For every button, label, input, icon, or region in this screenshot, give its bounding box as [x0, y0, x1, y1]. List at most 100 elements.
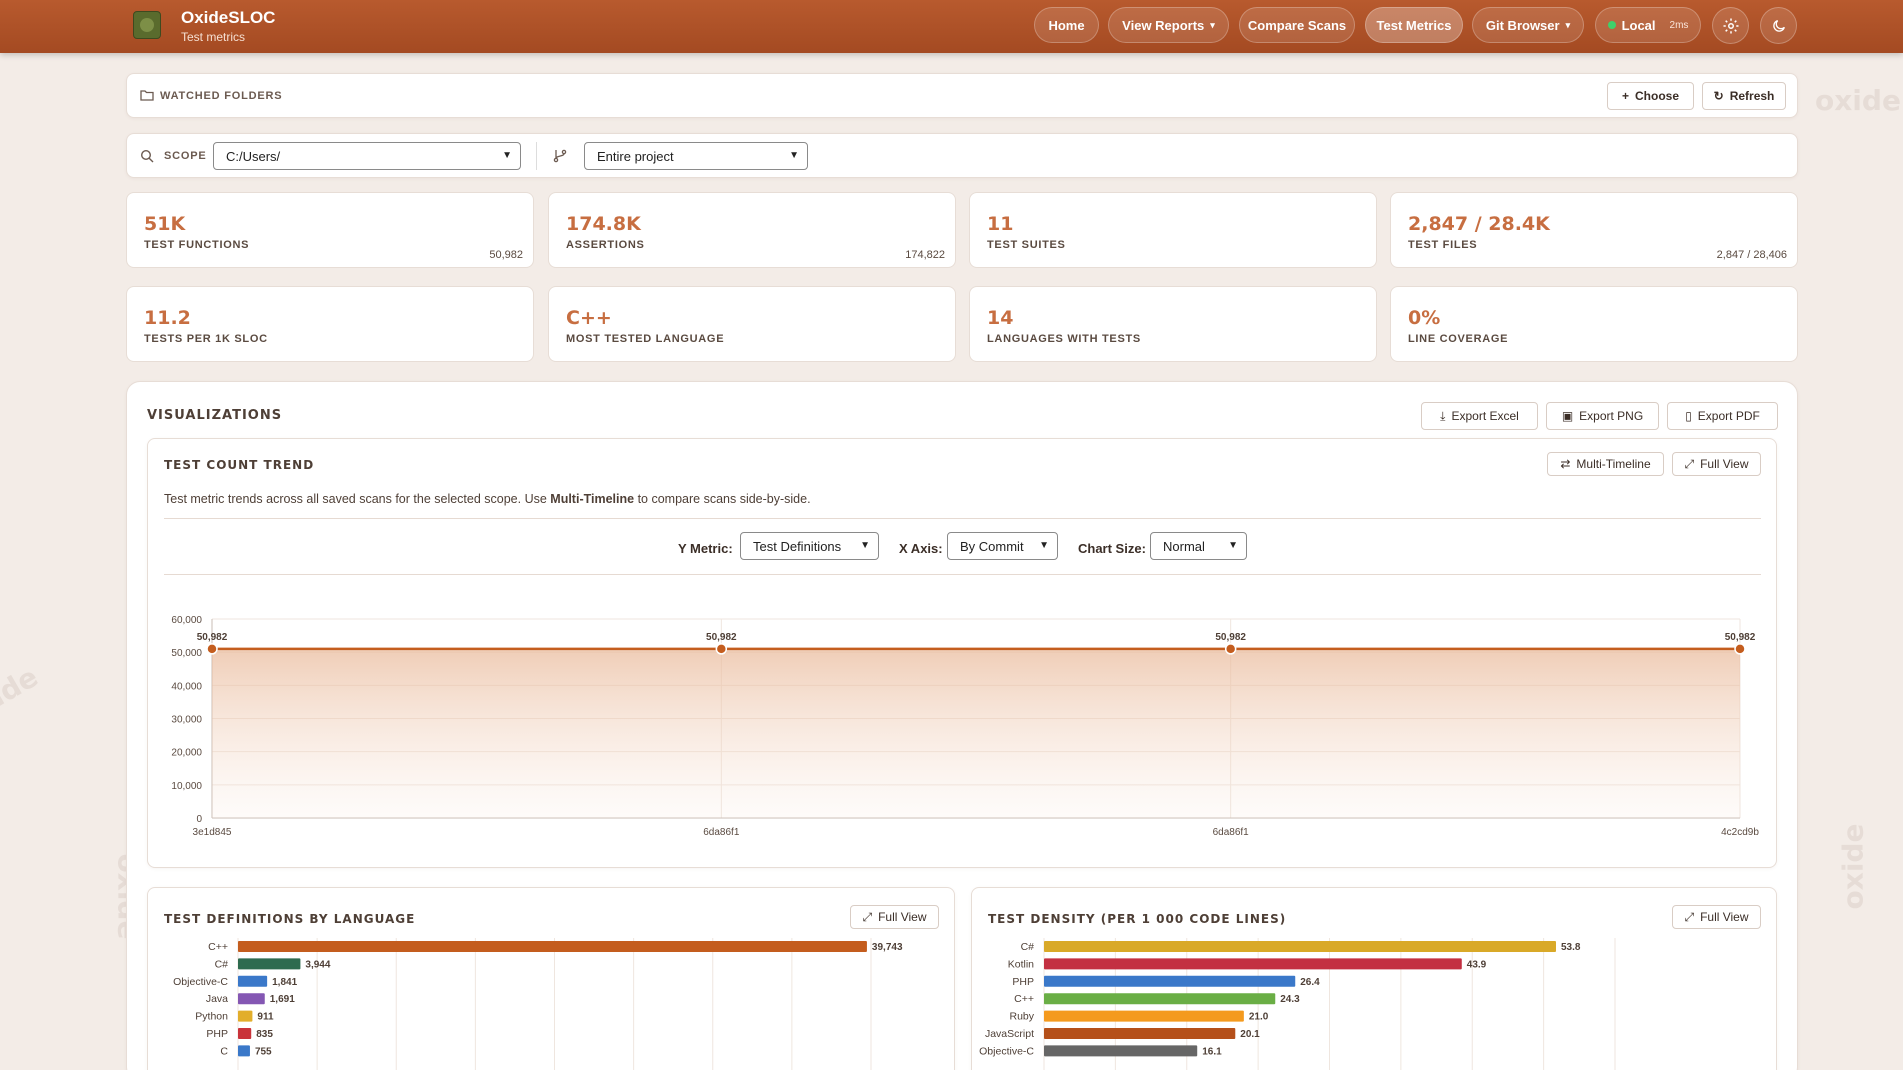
test-definitions-by-language-panel: TEST DEFINITIONS BY LANGUAGE ⤢ Full View… [147, 887, 955, 1070]
point-label: 50,982 [706, 632, 737, 643]
metric-exact-value: 174,822 [905, 249, 945, 261]
bar [238, 993, 265, 1005]
gear-icon [1723, 18, 1738, 33]
metric-exact-value: 50,982 [489, 249, 523, 261]
y-metric-label: Y Metric: [678, 541, 733, 556]
trend-full-view-button[interactable]: ⤢ Full View [1672, 452, 1761, 476]
metric-card-test-suites: 11 TEST SUITES [969, 192, 1377, 268]
y-tick-label: 10,000 [171, 781, 202, 792]
category-label: PHP [206, 1028, 228, 1040]
point-label: 50,982 [1725, 632, 1756, 643]
trend-point [715, 643, 728, 655]
x-axis-select[interactable]: By Commit ▼ [947, 532, 1058, 560]
bar [1044, 1045, 1198, 1057]
category-label: C++ [208, 941, 228, 953]
metric-label: LINE COVERAGE [1408, 333, 1509, 345]
bar [1044, 941, 1556, 952]
bar [1044, 1028, 1236, 1039]
bar [238, 941, 867, 952]
scope-path-select[interactable]: C:/Users/ ▼ [213, 142, 521, 170]
y-tick-label: 60,000 [171, 615, 202, 626]
bar-value-label: 16.1 [1202, 1046, 1222, 1057]
refresh-label: Refresh [1729, 89, 1775, 103]
plus-icon: + [1621, 89, 1629, 103]
density-full-view-button[interactable]: ⤢ Full View [1672, 905, 1761, 929]
moon-icon [1772, 19, 1785, 32]
by-language-full-view-button[interactable]: ⤢ Full View [850, 905, 939, 929]
folder-icon [140, 90, 154, 101]
nav-home-label: Home [1048, 17, 1085, 33]
nav-home-button[interactable]: Home [1034, 7, 1099, 43]
category-label: Java [206, 993, 228, 1005]
server-status-button[interactable]: Local 2ms [1595, 7, 1701, 43]
x-tick-label: 4c2cd9b [1721, 827, 1759, 838]
chevron-down-icon: ▼ [860, 540, 870, 551]
bar-value-label: 755 [255, 1046, 272, 1057]
divider [536, 142, 537, 170]
chart-size-select[interactable]: Normal ▼ [1150, 532, 1247, 560]
metric-label: ASSERTIONS [566, 239, 645, 251]
expand-icon: ⤢ [1684, 456, 1695, 471]
metric-card-most-tested-language: C++ MOST TESTED LANGUAGE [548, 286, 956, 362]
search-icon [140, 149, 154, 163]
metric-exact-value: 2,847 / 28,406 [1716, 249, 1787, 261]
category-label: Kotlin [1008, 958, 1034, 970]
commit-range-value: Entire project [597, 148, 674, 164]
watermark: ide [0, 660, 44, 713]
metric-card-languages-with-tests: 14 LANGUAGES WITH TESTS [969, 286, 1377, 362]
image-icon: ▣ [1561, 409, 1574, 423]
bar [238, 958, 301, 970]
chevron-down-icon: ▾ [1210, 19, 1215, 30]
x-axis-value: By Commit [960, 538, 1024, 554]
bar [238, 1045, 250, 1057]
y-tick-label: 30,000 [171, 715, 202, 726]
bar-value-label: 835 [256, 1029, 273, 1040]
bar [1044, 958, 1462, 970]
metric-value: 174.8K [566, 213, 641, 235]
divider [164, 574, 1761, 575]
app-logo [133, 11, 161, 39]
choose-folder-button[interactable]: + Choose [1607, 82, 1694, 110]
trend-point [1734, 643, 1746, 655]
theme-toggle-button[interactable] [1760, 7, 1797, 44]
multi-timeline-button[interactable]: ⇄ Multi-Timeline [1547, 452, 1664, 476]
bar [238, 975, 268, 987]
bar-value-label: 21.0 [1249, 1012, 1269, 1023]
category-label: C# [1021, 941, 1035, 953]
metric-value: 11 [987, 213, 1014, 235]
refresh-button[interactable]: ↻ Refresh [1702, 82, 1786, 110]
bar-value-label: 39,743 [872, 942, 903, 953]
nav-compare-scans-button[interactable]: Compare Scans [1239, 7, 1355, 43]
category-label: Python [195, 1011, 228, 1023]
full-view-label: Full View [1700, 457, 1749, 471]
x-tick-label: 3e1d845 [193, 827, 232, 838]
status-online-icon [1607, 21, 1616, 29]
server-label: Local [1621, 17, 1656, 33]
settings-button[interactable] [1712, 7, 1749, 44]
x-axis-label: X Axis: [899, 541, 943, 556]
test-definitions-by-language-chart: C++ 39,743 C# 3,944 Objective-C 1,841 Java 1,69… [173, 938, 903, 1070]
metric-value: 0% [1408, 307, 1441, 329]
export-pdf-button[interactable]: ▯ Export PDF [1667, 402, 1778, 430]
nav-view-reports-button[interactable]: View Reports ▾ [1108, 7, 1229, 43]
bar-value-label: 20.1 [1240, 1029, 1260, 1040]
export-excel-button[interactable]: ⤓ Export Excel [1421, 402, 1538, 430]
scope-path-value: C:/Users/ [226, 148, 281, 164]
bar-value-label: 1,841 [272, 977, 297, 988]
commit-range-select[interactable]: Entire project ▼ [584, 142, 808, 170]
density-title: TEST DENSITY (PER 1 000 CODE LINES) [988, 912, 1287, 926]
metric-card-assertions: 174.8K ASSERTIONS 174,822 [548, 192, 956, 268]
metric-value: 11.2 [144, 307, 191, 329]
y-tick-label: 20,000 [171, 748, 202, 759]
watermark: oxide [1836, 823, 1870, 910]
export-png-button[interactable]: ▣ Export PNG [1546, 402, 1659, 430]
chevron-down-icon: ▼ [502, 150, 512, 161]
page-subtitle: Test metrics [181, 30, 246, 44]
metric-value: 14 [987, 307, 1014, 329]
y-metric-select[interactable]: Test Definitions ▼ [740, 532, 879, 560]
chart-size-label: Chart Size: [1078, 541, 1146, 556]
bar [238, 1010, 253, 1022]
nav-git-browser-button[interactable]: Git Browser ▾ [1472, 7, 1584, 43]
metric-value: C++ [566, 307, 612, 329]
nav-test-metrics-button[interactable]: Test Metrics [1365, 7, 1463, 43]
